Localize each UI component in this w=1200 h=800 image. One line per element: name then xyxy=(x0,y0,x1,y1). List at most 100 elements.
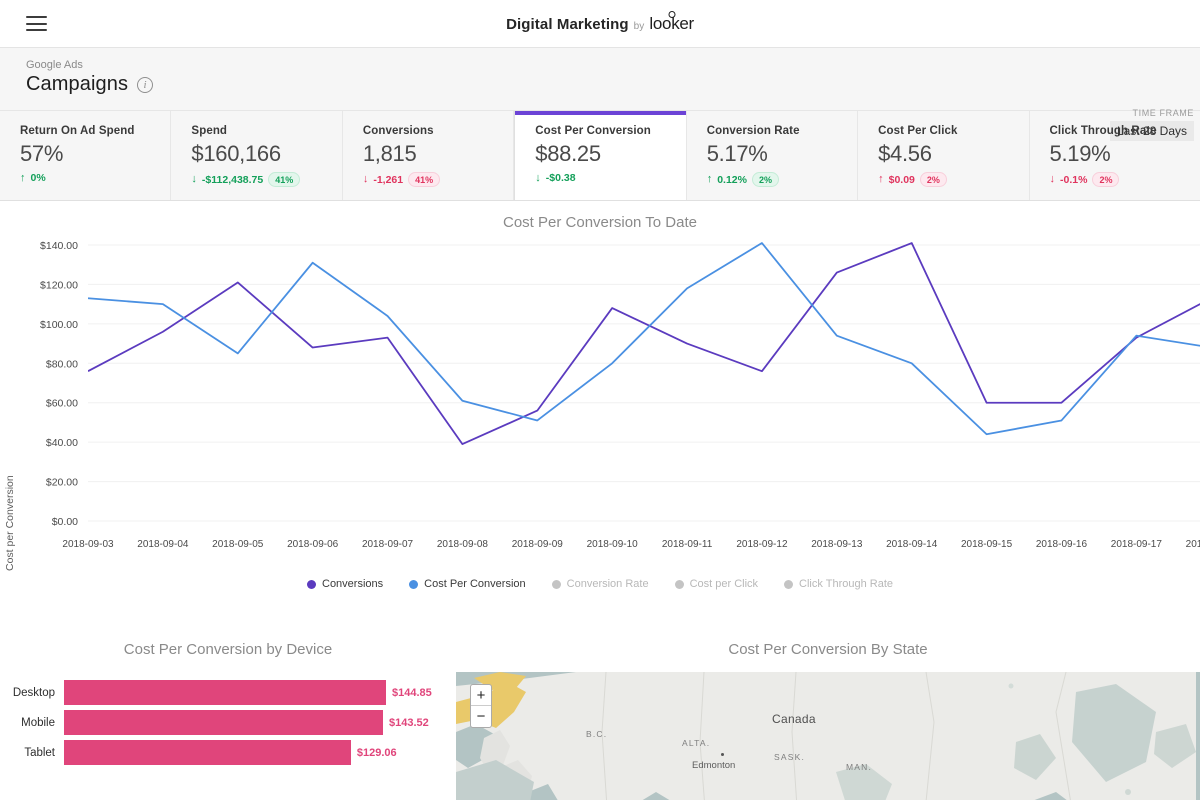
bar-row[interactable]: Desktop $144.85 xyxy=(0,678,456,707)
arrow-down-icon: ↓ xyxy=(191,173,197,185)
kpi-delta: ↑ $0.09 2% xyxy=(878,172,1028,187)
kpi-card-spend[interactable]: Spend $160,166 ↓ -$112,438.75 41% xyxy=(171,111,343,200)
device-bar-rows: Desktop $144.85 Mobile $143.52 Tablet $129.06 xyxy=(0,678,456,767)
breadcrumb[interactable]: Google Ads xyxy=(26,58,1182,72)
page-header: Google Ads Campaigns i TIME FRAME Last 2… xyxy=(0,48,1200,141)
chart-legend: Conversions Cost Per Conversion Conversion… xyxy=(0,578,1200,590)
line-chart-svg: $0.00 $20.00 $40.00 $60.00 $80.00 $100.00 $120… xyxy=(40,240,1200,550)
bar-row[interactable]: Mobile $143.52 xyxy=(0,708,456,737)
kpi-delta-pill: 41% xyxy=(408,172,441,187)
bar-category-label: Mobile xyxy=(21,716,55,729)
map-city-dot xyxy=(721,753,724,756)
legend-dot-icon xyxy=(551,579,561,589)
kpi-delta: ↓ -1,261 41% xyxy=(363,172,513,187)
kpi-value: 5.17% xyxy=(706,141,768,166)
state-map-panel: Cost Per Conversion By State + − B.C. AL… xyxy=(456,631,1200,800)
line-chart-section: Cost Per Conversion To Date Cost per Con… xyxy=(0,201,1200,631)
x-axis-tick: 2018-09-16 xyxy=(1036,539,1088,550)
kpi-value: 57% xyxy=(20,141,64,166)
kpi-value: 1,815 xyxy=(362,141,417,166)
looker-logo: looker xyxy=(649,13,694,33)
x-axis-tick: 2018-09-15 xyxy=(961,539,1013,550)
arrow-up-icon: ↑ xyxy=(878,173,884,185)
legend-dot-icon xyxy=(307,579,316,589)
x-axis-tick: 2018-09-12 xyxy=(736,539,788,550)
kpi-delta-pill: 2% xyxy=(751,172,779,187)
bar-value-label: $143.52 xyxy=(389,716,429,729)
legend-item-cost-per-click[interactable]: Cost per Click xyxy=(674,578,759,590)
legend-label: Conversions xyxy=(322,578,384,590)
x-axis-tick: 2018-09-17 xyxy=(1111,539,1163,550)
bar-fill xyxy=(64,680,386,705)
legend-label: Cost Per Conversion xyxy=(424,578,526,590)
map-zoom-out-button[interactable]: − xyxy=(471,706,491,727)
hamburger-line xyxy=(26,29,47,31)
x-axis-tick: 2018-09-05 xyxy=(212,539,264,550)
legend-item-conversion-rate[interactable]: Conversion Rate xyxy=(551,578,649,590)
bar-value-label: $129.06 xyxy=(356,746,397,759)
title-row: Campaigns i xyxy=(26,73,1182,96)
brand-title: Digital Marketing xyxy=(506,15,629,33)
kpi-card-cost-per-conversion[interactable]: Cost Per Conversion $88.25 ↓ -$0.38 xyxy=(514,111,687,200)
top-bar: Digital Marketing by looker xyxy=(0,0,1200,48)
device-bar-chart-panel: Cost Per Conversion by Device Desktop $14… xyxy=(0,631,456,800)
x-axis-tick: 2018-09-14 xyxy=(886,539,938,550)
arrow-up-icon: ↑ xyxy=(706,173,713,185)
kpi-value: $88.25 xyxy=(535,141,601,166)
legend-label: Conversion Rate xyxy=(566,578,649,590)
legend-item-click-through-rate[interactable]: Click Through Rate xyxy=(784,578,893,590)
kpi-card-click-through-rate[interactable]: Click Through Rate 5.19% ↓ -0.1% 2% xyxy=(1030,111,1200,200)
legend-dot-icon xyxy=(784,579,794,589)
map-label-alta: ALTA. xyxy=(682,738,711,748)
device-chart-title: Cost Per Conversion by Device xyxy=(123,641,333,658)
bar-row[interactable]: Tablet $129.06 xyxy=(0,738,456,767)
x-axis-tick: 2018-09-13 xyxy=(811,539,863,550)
kpi-delta-value: 0% xyxy=(30,172,46,184)
legend-item-conversions[interactable]: Conversions xyxy=(307,578,383,590)
map-geometry xyxy=(456,672,1196,800)
y-axis-tick: $60.00 xyxy=(46,398,78,410)
kpi-label: Conversion Rate xyxy=(706,125,800,137)
kpi-label: Cost Per Click xyxy=(878,125,958,137)
info-icon[interactable]: i xyxy=(137,76,154,93)
line-chart-title: Cost Per Conversion To Date xyxy=(503,214,697,231)
kpi-card-conversions[interactable]: Conversions 1,815 ↓ -1,261 41% xyxy=(343,111,515,200)
kpi-delta-value: -1,261 xyxy=(373,173,404,186)
x-axis-tick: 2018-09-09 xyxy=(512,539,564,550)
x-axis-tick: 2018-09-03 xyxy=(62,539,114,550)
kpi-delta: ↓ -$112,438.75 41% xyxy=(191,172,341,187)
kpi-delta-value: -$0.38 xyxy=(545,172,576,184)
hamburger-line xyxy=(26,22,47,25)
hamburger-menu-icon[interactable] xyxy=(26,16,47,31)
bar-fill xyxy=(64,740,351,765)
kpi-card-return-on-ad-spend[interactable]: Return On Ad Spend 57% ↑ 0% xyxy=(0,111,172,200)
page-title: Campaigns xyxy=(26,73,129,95)
kpi-delta-pill: 2% xyxy=(1092,172,1120,187)
legend-dot-icon xyxy=(674,579,684,589)
kpi-card-cost-per-click[interactable]: Cost Per Click $4.56 ↑ $0.09 2% xyxy=(858,111,1030,200)
line-series-cost-per-conversion xyxy=(88,242,1200,436)
map-canvas[interactable]: + − B.C. ALTA. SASK. MAN. Canada Edmonto… xyxy=(456,672,1200,800)
app-brand: Digital Marketing by looker xyxy=(0,14,1200,34)
x-axis-tick: 2018-09-06 xyxy=(287,539,339,550)
kpi-label: Cost Per Conversion xyxy=(535,125,651,137)
kpi-label: Spend xyxy=(191,125,228,137)
y-axis-tick: $120.00 xyxy=(40,279,78,291)
y-axis-tick: $100.00 xyxy=(40,319,78,331)
bar-category-label: Tablet xyxy=(24,746,55,759)
x-axis-tick: 2018-09-04 xyxy=(137,539,189,550)
map-zoom-in-button[interactable]: + xyxy=(471,685,491,706)
bar-value-label: $144.85 xyxy=(392,686,432,699)
legend-label: Cost per Click xyxy=(689,578,759,590)
map-label-man: MAN. xyxy=(846,762,873,772)
y-axis-tick: $40.00 xyxy=(46,437,78,449)
kpi-card-conversion-rate[interactable]: Conversion Rate 5.17% ↑ 0.12% 2% xyxy=(687,111,859,200)
kpi-delta: ↑ 0% xyxy=(20,172,170,184)
kpi-label: Return On Ad Spend xyxy=(20,125,135,137)
y-axis-tick: $80.00 xyxy=(46,358,78,370)
kpi-label: Conversions xyxy=(362,125,434,137)
line-series-conversions xyxy=(88,242,1200,446)
legend-item-cost-per-conversion[interactable]: Cost Per Conversion xyxy=(409,578,526,590)
line-chart-area: Cost per Conversion $0.00 $20.00 $40.00 $60… xyxy=(0,231,1200,576)
kpi-delta-value: 0.12% xyxy=(717,173,747,186)
